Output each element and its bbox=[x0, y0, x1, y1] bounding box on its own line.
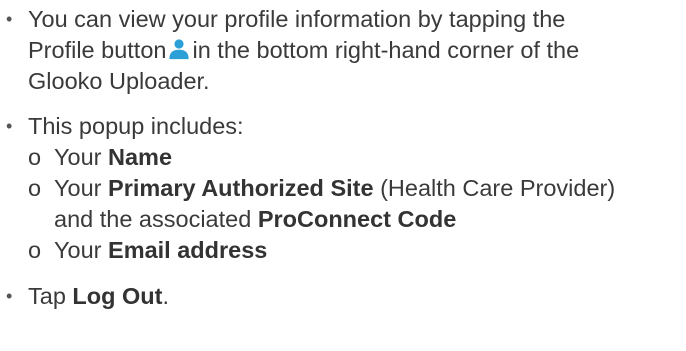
sub-item-authorized-site: o Your Primary Authorized Site (Health C… bbox=[28, 173, 686, 235]
bold-name: Name bbox=[108, 144, 173, 170]
sub-item-email: o Your Email address bbox=[28, 235, 686, 266]
instructions-list: • You can view your profile information … bbox=[0, 4, 686, 312]
bold-proconnect-code: ProConnect Code bbox=[257, 206, 457, 232]
bold-log-out: Log Out bbox=[72, 283, 163, 309]
sub-bullet-marker: o bbox=[28, 175, 42, 201]
item-1-line-1: You can view your profile information by… bbox=[28, 6, 566, 32]
sub-2-line-1: Your Primary Authorized Site (Health Car… bbox=[54, 175, 616, 201]
bullet-marker: • bbox=[6, 116, 13, 136]
bullet-marker: • bbox=[6, 286, 13, 306]
sub-2-line-2: and the associated ProConnect Code bbox=[54, 206, 457, 232]
list-item-view-profile: • You can view your profile information … bbox=[0, 4, 686, 97]
person-icon bbox=[169, 39, 190, 60]
sub-bullet-marker: o bbox=[28, 144, 42, 170]
list-item-popup-contents: • This popup includes: o Your Name o You… bbox=[0, 111, 686, 266]
sub-bullet-marker: o bbox=[28, 237, 42, 263]
sub-item-name: o Your Name bbox=[28, 142, 686, 173]
item-1-line-3: Glooko Uploader. bbox=[28, 68, 210, 94]
bullet-marker: • bbox=[6, 9, 13, 29]
list-item-log-out: • Tap Log Out. bbox=[0, 281, 686, 312]
item-2-intro: This popup includes: bbox=[28, 113, 244, 139]
bold-primary-authorized-site: Primary Authorized Site bbox=[108, 175, 374, 201]
bold-email-address: Email address bbox=[108, 237, 268, 263]
item-1-line-2: Profile button in the bottom right-hand c… bbox=[28, 37, 580, 63]
